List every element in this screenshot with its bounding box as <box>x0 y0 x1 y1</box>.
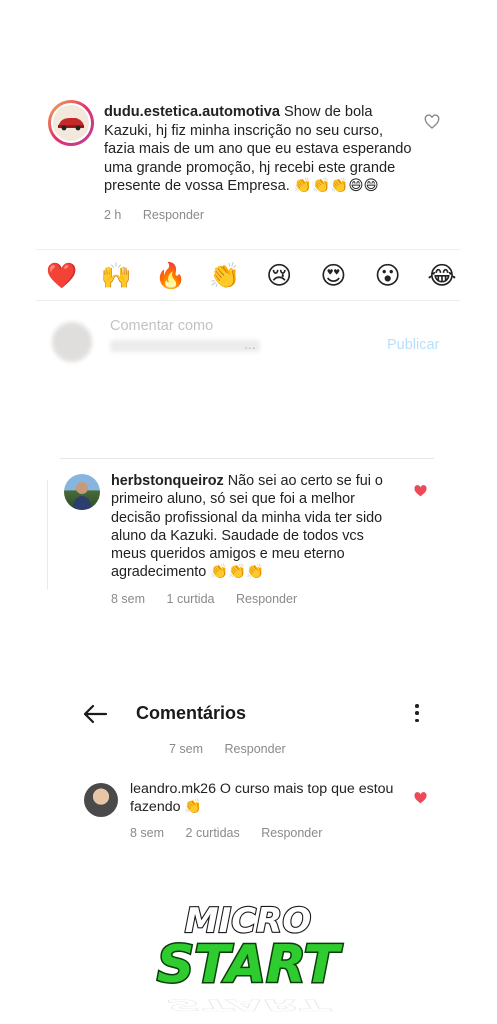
comment-body: herbstonqueiroz Não sei ao certo se fui … <box>111 472 397 608</box>
comment-time: 7 sem <box>169 742 204 756</box>
reply-button[interactable]: Responder <box>225 742 286 756</box>
user-avatar <box>52 322 92 362</box>
back-arrow-icon[interactable] <box>82 702 108 726</box>
comment-username[interactable]: dudu.estetica.automotiva <box>104 104 280 120</box>
like-heart-icon[interactable] <box>424 114 440 130</box>
more-options-icon[interactable] <box>408 703 426 723</box>
raised-hands-emoji-button[interactable]: 🙌 <box>100 260 132 292</box>
thread-line <box>47 480 48 590</box>
comment-body: dudu.estetica.automotiva Show de bola Ka… <box>104 103 416 225</box>
comment-text: Não sei ao certo se fui o primeiro aluno… <box>111 473 383 581</box>
svg-text:START: START <box>167 995 332 1014</box>
blurred-username <box>110 340 260 352</box>
comment-username[interactable]: leandro.mk26 <box>130 781 216 797</box>
crying-emoji-button[interactable]: 😢 <box>263 260 295 292</box>
avatar[interactable] <box>84 783 118 817</box>
reply-button[interactable]: Responder <box>143 208 204 222</box>
clap-emoji-button[interactable]: 👏 <box>209 260 241 292</box>
publish-button[interactable]: Publicar <box>387 337 439 353</box>
divider <box>60 458 434 459</box>
reaction-bar: ❤️ 🙌 🔥 👏 😢 😍 😮 😂 <box>46 260 458 292</box>
microstart-logo: START MICRO START <box>155 900 344 1014</box>
reply-button[interactable]: Responder <box>261 826 322 840</box>
comment-meta: 8 sem 2 curtidas Responder <box>130 824 400 842</box>
avatar[interactable] <box>64 474 100 510</box>
comment-input[interactable]: Comentar como <box>110 318 213 334</box>
liked-heart-icon[interactable] <box>414 485 427 497</box>
heart-emoji-button[interactable]: ❤️ <box>46 260 78 292</box>
laughing-emoji-button[interactable]: 😂 <box>426 260 458 292</box>
person-avatar-image <box>72 482 92 510</box>
liked-heart-icon[interactable] <box>414 792 427 804</box>
comment-meta: 7 sem Responder <box>169 742 304 756</box>
divider <box>36 249 460 250</box>
likes-count[interactable]: 2 curtidas <box>186 826 240 840</box>
fire-emoji-button[interactable]: 🔥 <box>155 260 187 292</box>
avatar[interactable] <box>48 100 94 146</box>
comment-time: 8 sem <box>130 825 165 840</box>
reply-button[interactable]: Responder <box>236 592 297 606</box>
blurred-username-ellipsis: ... <box>244 336 256 352</box>
heart-eyes-emoji-button[interactable]: 😍 <box>317 260 349 292</box>
comment-meta: 2 h Responder <box>104 206 416 225</box>
divider <box>36 300 460 301</box>
comment-time: 2 h <box>104 207 122 222</box>
page-title: Comentários <box>136 703 247 723</box>
comment-time: 8 sem <box>111 591 146 606</box>
car-avatar-image <box>51 103 91 143</box>
likes-count[interactable]: 1 curtida <box>167 592 215 606</box>
logo-start-text: START <box>157 935 343 995</box>
comment-username[interactable]: herbstonqueiroz <box>111 473 224 489</box>
surprised-emoji-button[interactable]: 😮 <box>372 260 404 292</box>
comment-body: leandro.mk26 O curso mais top que estou … <box>130 780 400 842</box>
comment-meta: 8 sem 1 curtida Responder <box>111 590 397 608</box>
